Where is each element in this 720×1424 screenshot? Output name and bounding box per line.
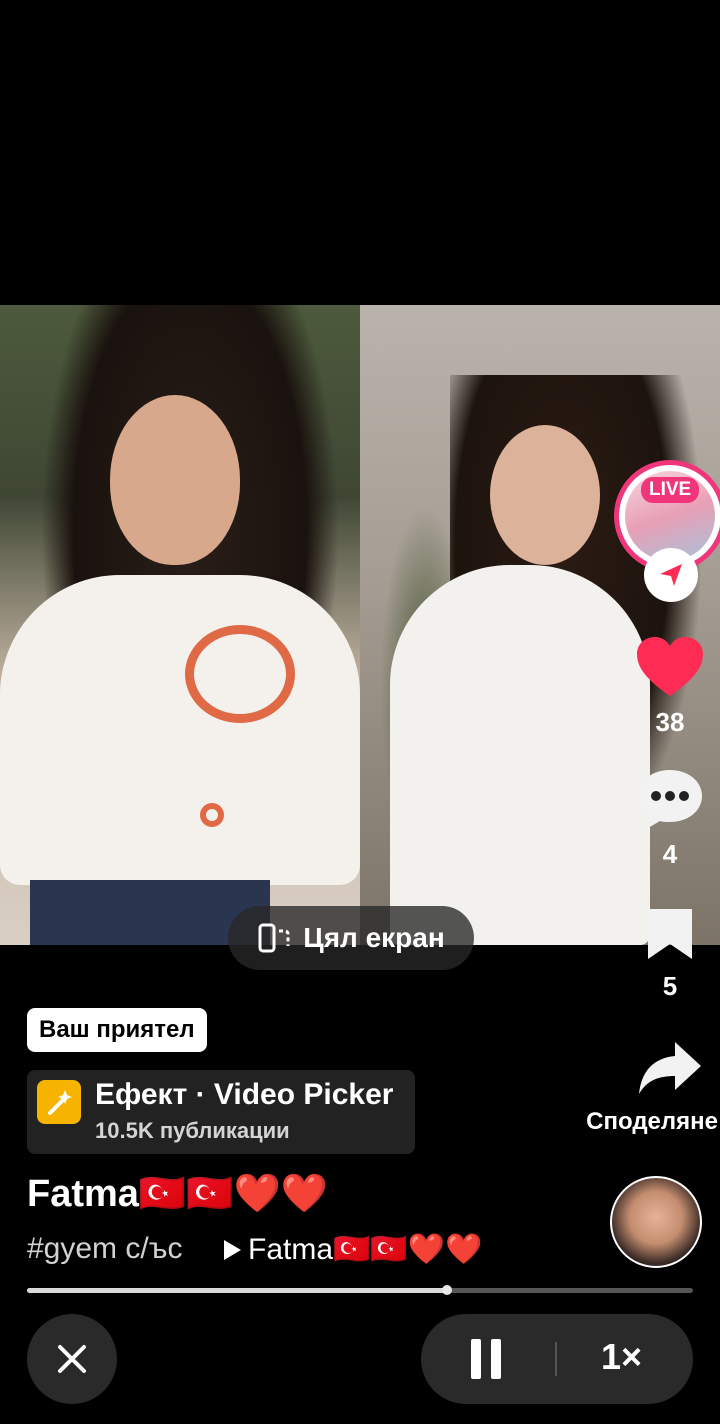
bookmark-icon <box>648 909 692 959</box>
pause-icon[interactable] <box>471 1339 505 1379</box>
play-icon <box>224 1239 241 1260</box>
shirt-print <box>200 803 224 827</box>
close-icon <box>58 1345 86 1373</box>
like-action[interactable]: 38 <box>620 636 720 738</box>
send-button[interactable] <box>644 548 698 602</box>
rotate-phone-icon <box>258 923 290 953</box>
close-button[interactable] <box>27 1314 117 1404</box>
face-shape <box>110 395 240 565</box>
shirt-shape <box>0 575 360 885</box>
progress-fill <box>27 1288 447 1293</box>
effect-post-count: 10.5K публикации <box>95 1118 290 1143</box>
divider <box>555 1342 557 1376</box>
heart-icon <box>637 637 703 696</box>
author-name[interactable]: Fatma🇹🇷🇹🇷❤️❤️ <box>27 1172 328 1216</box>
dress-shape <box>390 565 650 945</box>
share-label: Споделяне <box>586 1108 718 1135</box>
speed-button[interactable]: 1× <box>601 1336 642 1378</box>
effect-title: Ефект · Video Picker <box>95 1078 394 1111</box>
playback-controls: 1× <box>421 1314 693 1404</box>
video-left-panel <box>0 305 360 945</box>
shirt-print <box>185 625 295 723</box>
send-arrow-icon <box>660 564 682 586</box>
effect-chip[interactable]: Ефект · Video Picker 10.5K публикации <box>27 1070 415 1154</box>
author-avatar[interactable] <box>610 1176 702 1268</box>
live-badge: LIVE <box>641 477 700 503</box>
friend-badge: Ваш приятел <box>27 1008 207 1052</box>
share-action[interactable] <box>620 1038 720 1103</box>
music-label: Fatma🇹🇷🇹🇷❤️❤️ <box>248 1233 483 1266</box>
comment-action[interactable]: 4 <box>620 768 720 870</box>
hashtag-link[interactable]: #gyem с/ъс <box>27 1232 182 1266</box>
share-arrow-icon <box>639 1042 701 1094</box>
comment-bubble-icon <box>638 770 702 828</box>
video-player[interactable] <box>0 305 720 945</box>
effect-wand-icon <box>37 1080 81 1124</box>
like-count: 38 <box>655 707 685 737</box>
save-action[interactable]: 5 <box>620 906 720 1002</box>
progress-handle[interactable] <box>441 1285 452 1295</box>
face-shape <box>490 425 600 565</box>
comment-count: 4 <box>662 839 678 869</box>
fullscreen-label: Цял екран <box>303 922 445 953</box>
progress-bar[interactable] <box>27 1285 693 1295</box>
music-link[interactable]: Fatma🇹🇷🇹🇷❤️❤️ <box>222 1232 482 1267</box>
fullscreen-button[interactable]: Цял екран <box>228 906 474 970</box>
save-count: 5 <box>662 971 678 1001</box>
